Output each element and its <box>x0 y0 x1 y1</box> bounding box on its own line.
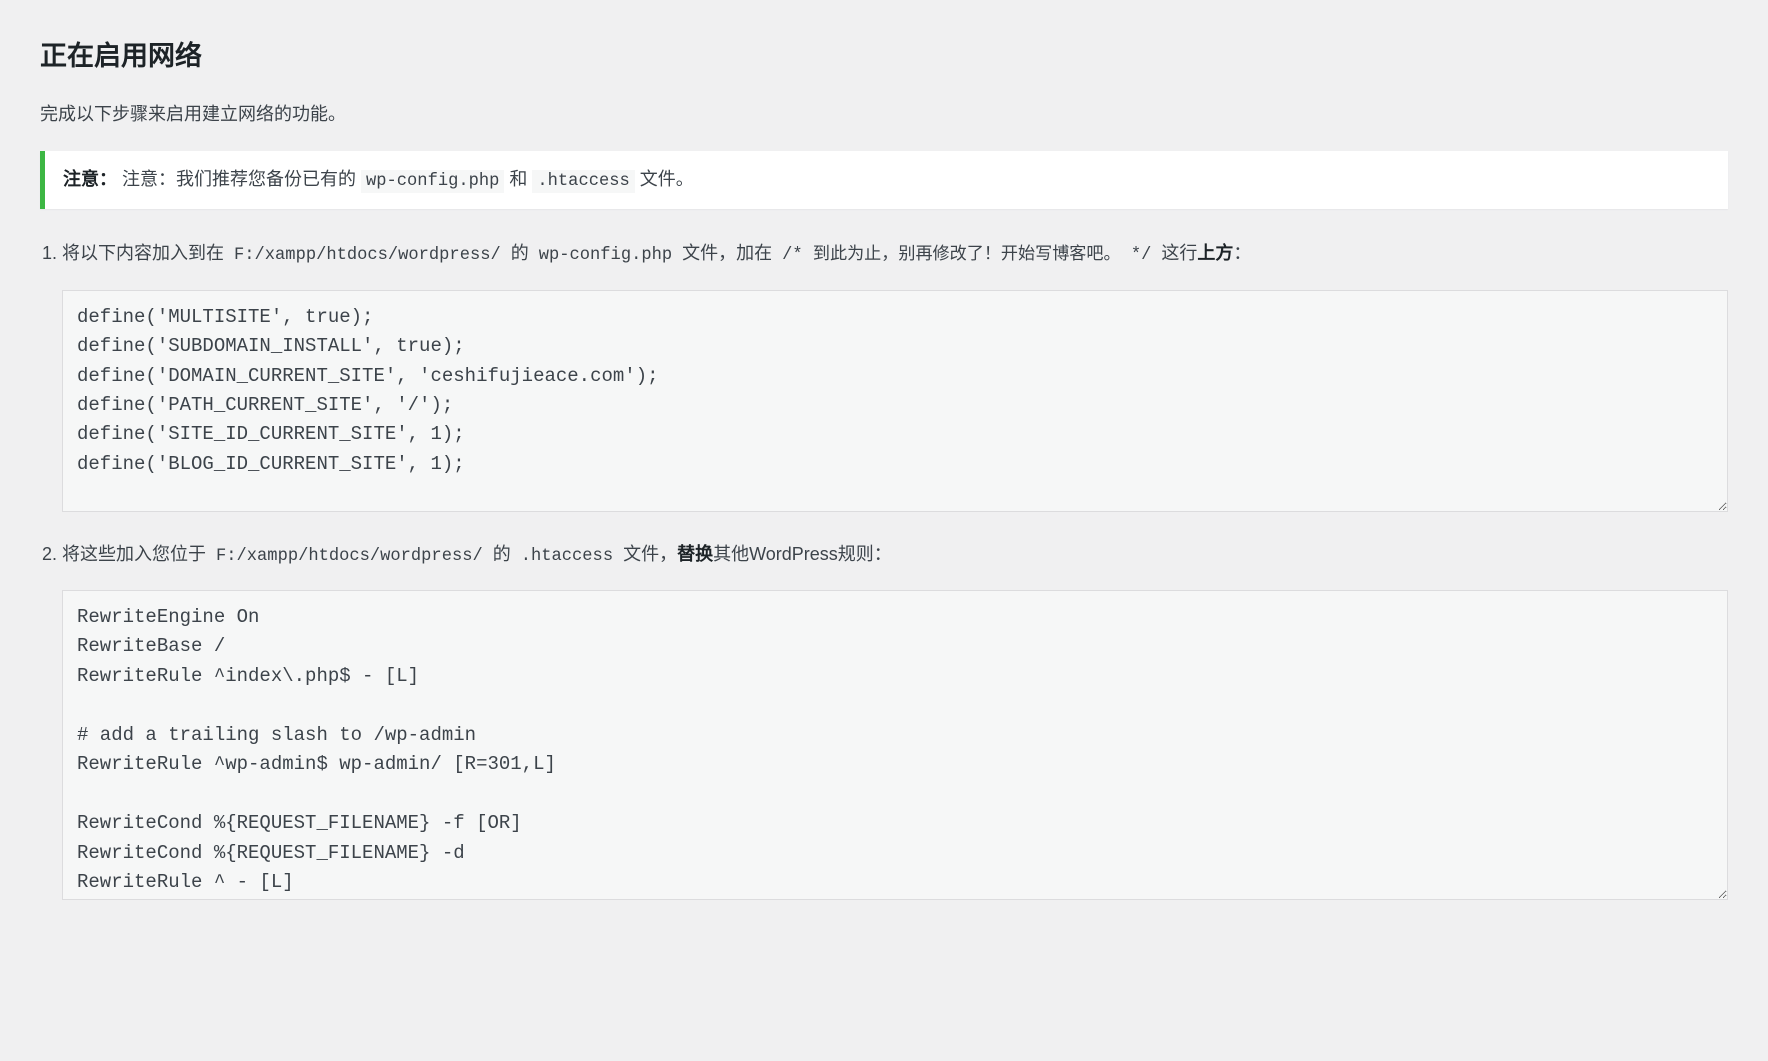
intro-text: 完成以下步骤来启用建立网络的功能。 <box>40 100 1728 129</box>
step2-path: F:/xampp/htdocs/wordpress/ <box>211 545 488 568</box>
notice-text-prefix: 注意：我们推荐您备份已有的 <box>122 169 361 189</box>
page-content: 正在启用网络 完成以下步骤来启用建立网络的功能。 注意： 注意：我们推荐您备份已… <box>0 0 1768 938</box>
step1-path: F:/xampp/htdocs/wordpress/ <box>229 244 506 267</box>
notice-text-suffix: 文件。 <box>640 169 694 189</box>
step1-text1: 将以下内容加入到在 <box>62 243 229 263</box>
notice-file-1: wp-config.php <box>361 170 504 193</box>
step2-file: .htaccess <box>516 545 618 568</box>
page-title: 正在启用网络 <box>40 35 1728 78</box>
notice-file-2: .htaccess <box>532 170 634 193</box>
wp-config-code-block[interactable] <box>62 290 1728 512</box>
step1-text5: ： <box>1233 243 1251 263</box>
step1-comment: /* 到此为止，别再修改了！开始写博客吧。 */ <box>777 244 1156 267</box>
step1-text3: 文件，加在 <box>677 243 777 263</box>
steps-list: 将以下内容加入到在 F:/xampp/htdocs/wordpress/ 的 w… <box>40 239 1728 900</box>
step-2: 将这些加入您位于 F:/xampp/htdocs/wordpress/ 的 .h… <box>62 540 1728 900</box>
step2-text3: 文件， <box>618 544 677 564</box>
notice-box: 注意： 注意：我们推荐您备份已有的 wp-config.php 和 .htacc… <box>40 151 1728 209</box>
htaccess-code-block[interactable] <box>62 590 1728 900</box>
step2-bold: 替换 <box>677 544 713 564</box>
notice-label: 注意： <box>63 169 117 189</box>
step2-text2: 的 <box>488 544 516 564</box>
step-1: 将以下内容加入到在 F:/xampp/htdocs/wordpress/ 的 w… <box>62 239 1728 511</box>
step1-bold: 上方 <box>1197 243 1233 263</box>
step2-text4: 其他WordPress规则： <box>713 544 892 564</box>
step1-text4: 这行 <box>1156 243 1197 263</box>
step1-text2: 的 <box>506 243 534 263</box>
notice-and: 和 <box>509 169 532 189</box>
step2-text1: 将这些加入您位于 <box>62 544 211 564</box>
step1-file: wp-config.php <box>534 244 677 267</box>
